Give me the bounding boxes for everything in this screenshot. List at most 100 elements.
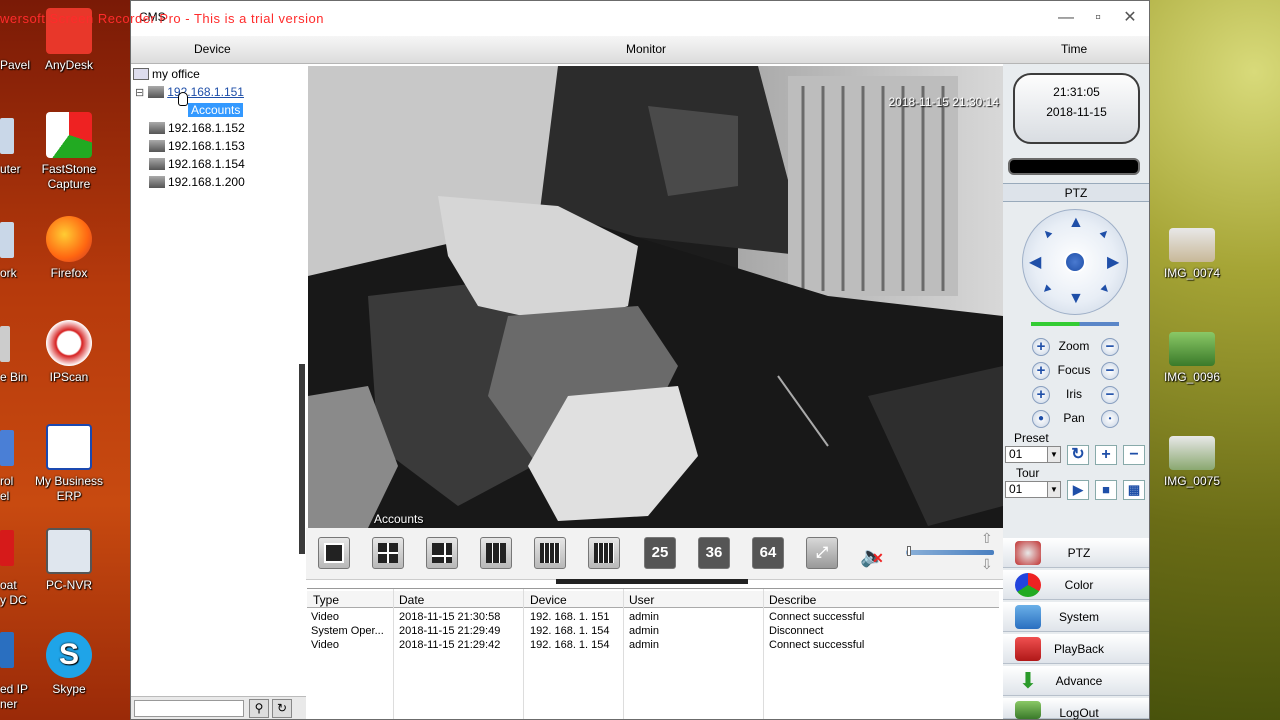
desktop-icon-img-0075[interactable]: IMG_0075 [1152,436,1232,489]
desktop-icon-img-0074[interactable]: IMG_0074 [1152,228,1232,281]
arrow-up-left-icon[interactable]: ▲ [1038,224,1056,242]
preset-add-button[interactable]: + [1095,445,1117,465]
split-13-button[interactable] [534,537,566,569]
iris-minus-button[interactable]: − [1101,386,1119,404]
scroll-up-icon[interactable]: ⇧ [981,530,993,547]
scroll-down-icon[interactable]: ⇩ [981,556,993,573]
desktop-icon-label[interactable]: ork [0,266,17,281]
zoom-out-button[interactable]: − [1101,338,1119,356]
ptz-speed-slider[interactable] [1031,322,1119,326]
log-cell-type: Video [311,639,339,651]
arrow-down-icon[interactable]: ▼ [1068,290,1084,308]
log-header-date[interactable]: Date [399,593,424,607]
nav-advance-button[interactable]: ⬇ Advance [1003,666,1149,696]
toolbar-scroll[interactable]: ⇧ ⇩ [981,530,1001,576]
split-36-button[interactable]: 36 [698,537,730,569]
tour-stop-button[interactable]: ■ [1095,480,1117,500]
tree-bottom-bar: ⚲ ↻ [131,696,306,719]
refresh-button[interactable]: ↻ [272,699,292,718]
arrow-right-icon[interactable]: ▶ [1107,252,1119,272]
pan-stop-button[interactable]: • [1101,410,1119,428]
desktop-icon-pc-nvr[interactable]: PC-NVR [29,528,109,593]
desktop-icon-label[interactable]: Pavel [0,58,30,73]
tour-label: Tour [1016,466,1040,480]
split-25-button[interactable]: 25 [644,537,676,569]
nav-ptz-button[interactable]: PTZ [1003,538,1149,568]
fullscreen-button[interactable]: ⤢ [806,537,838,569]
desktop-icon-label[interactable]: oat y DC [0,578,27,608]
tour-select[interactable]: 01 ▼ [1005,481,1061,498]
desktop-icon-skype[interactable]: S Skype [29,632,109,697]
tree-device-row[interactable]: 192.168.1.152 [149,120,245,136]
desktop-icon-img-0096[interactable]: IMG_0096 [1152,332,1232,385]
ptz-center-button[interactable] [1064,251,1086,273]
fullscreen-icon: ⤢ [815,544,828,561]
log-header-device[interactable]: Device [530,593,567,607]
log-header-type[interactable]: Type [313,593,339,607]
video-feed[interactable]: 2018-11-15 21:30:14 Accounts [308,66,1003,528]
tree-scrollbar[interactable] [299,364,305,554]
dvr-icon [149,122,165,134]
nav-playback-button[interactable]: PlayBack [1003,634,1149,664]
desktop-icon-label[interactable]: uter [0,162,21,177]
split-6-icon [432,543,452,563]
maximize-button[interactable]: ▫ [1088,9,1108,27]
tree-device-row[interactable]: 192.168.1.200 [149,174,245,190]
tree-device-row[interactable]: 192.168.1.154 [149,156,245,172]
desktop-icon-ipscan[interactable]: IPScan [29,320,109,385]
tour-play-button[interactable]: ▶ [1067,480,1089,500]
tree-search-input[interactable] [134,700,244,717]
desktop-icon-text: Firefox [50,266,88,280]
tree-device-row[interactable]: 192.168.1.153 [149,138,245,154]
menu-device[interactable]: Device [194,42,231,56]
mute-button[interactable]: 🔈 ✕ [858,540,888,568]
focus-minus-button[interactable]: − [1101,362,1119,380]
close-button[interactable]: ✕ [1120,9,1140,27]
preset-call-button[interactable]: ↻ [1067,445,1089,465]
collapse-icon[interactable]: ⊟ [135,87,144,99]
arrow-left-icon[interactable]: ◀ [1029,252,1041,272]
split-9-button[interactable] [480,537,512,569]
arrow-up-right-icon[interactable]: ▲ [1096,224,1114,242]
control-panel-icon [0,430,14,466]
minimize-button[interactable]: — [1056,9,1076,27]
ptz-direction-pad[interactable]: ▲ ▼ ◀ ▶ ▲ ▲ ▼ ▼ [1022,209,1128,315]
split-4-button[interactable] [372,537,404,569]
arrow-up-icon[interactable]: ▲ [1068,214,1084,232]
tree-device-row[interactable]: ⊟ 192.168.1.151 [135,84,244,100]
clock-display: 21:31:05 2018-11-15 [1013,73,1140,144]
tour-grid-button[interactable]: ▦ [1123,480,1145,500]
volume-slider-thumb[interactable] [907,546,911,556]
desktop-icon-label[interactable]: e Bin [0,370,27,385]
desktop-icon-faststone[interactable]: FastStone Capture [29,112,109,192]
nav-logout-button[interactable]: LogOut [1003,698,1149,720]
log-splitter[interactable] [556,579,748,584]
split-16-button[interactable] [588,537,620,569]
tree-device-label: 192.168.1.154 [168,157,245,171]
nav-color-button[interactable]: Color [1003,570,1149,600]
menu-monitor[interactable]: Monitor [626,42,666,56]
desktop-icon-firefox[interactable]: Firefox [29,216,109,281]
preset-select[interactable]: 01 ▼ [1005,446,1061,463]
log-header-user[interactable]: User [629,593,654,607]
desktop-icon-my-business-erp[interactable]: My Business ERP [29,424,109,504]
split-1-icon [324,543,344,563]
desktop-icon-label[interactable]: ed IP ner [0,682,28,712]
arrow-down-right-icon[interactable]: ▼ [1096,280,1114,298]
pc-nvr-icon [46,528,92,574]
tree-root[interactable]: my office [133,66,200,82]
preset-remove-button[interactable]: − [1123,445,1145,465]
dvr-icon [148,86,165,98]
desktop-icon-label[interactable]: rol el [0,474,20,504]
split-64-button[interactable]: 64 [752,537,784,569]
arrow-down-left-icon[interactable]: ▼ [1038,280,1056,298]
device-tree: my office ⊟ 192.168.1.151 Accounts 192.16… [131,64,306,696]
split-1-button[interactable] [318,537,350,569]
menu-time[interactable]: Time [1061,42,1087,56]
search-button[interactable]: ⚲ [249,699,269,718]
split-6-button[interactable] [426,537,458,569]
osd-timestamp: 2018-11-15 21:30:14 [888,95,999,109]
nav-system-button[interactable]: System [1003,602,1149,632]
log-header-describe[interactable]: Describe [769,593,816,607]
tree-device-label: 192.168.1.153 [168,139,245,153]
